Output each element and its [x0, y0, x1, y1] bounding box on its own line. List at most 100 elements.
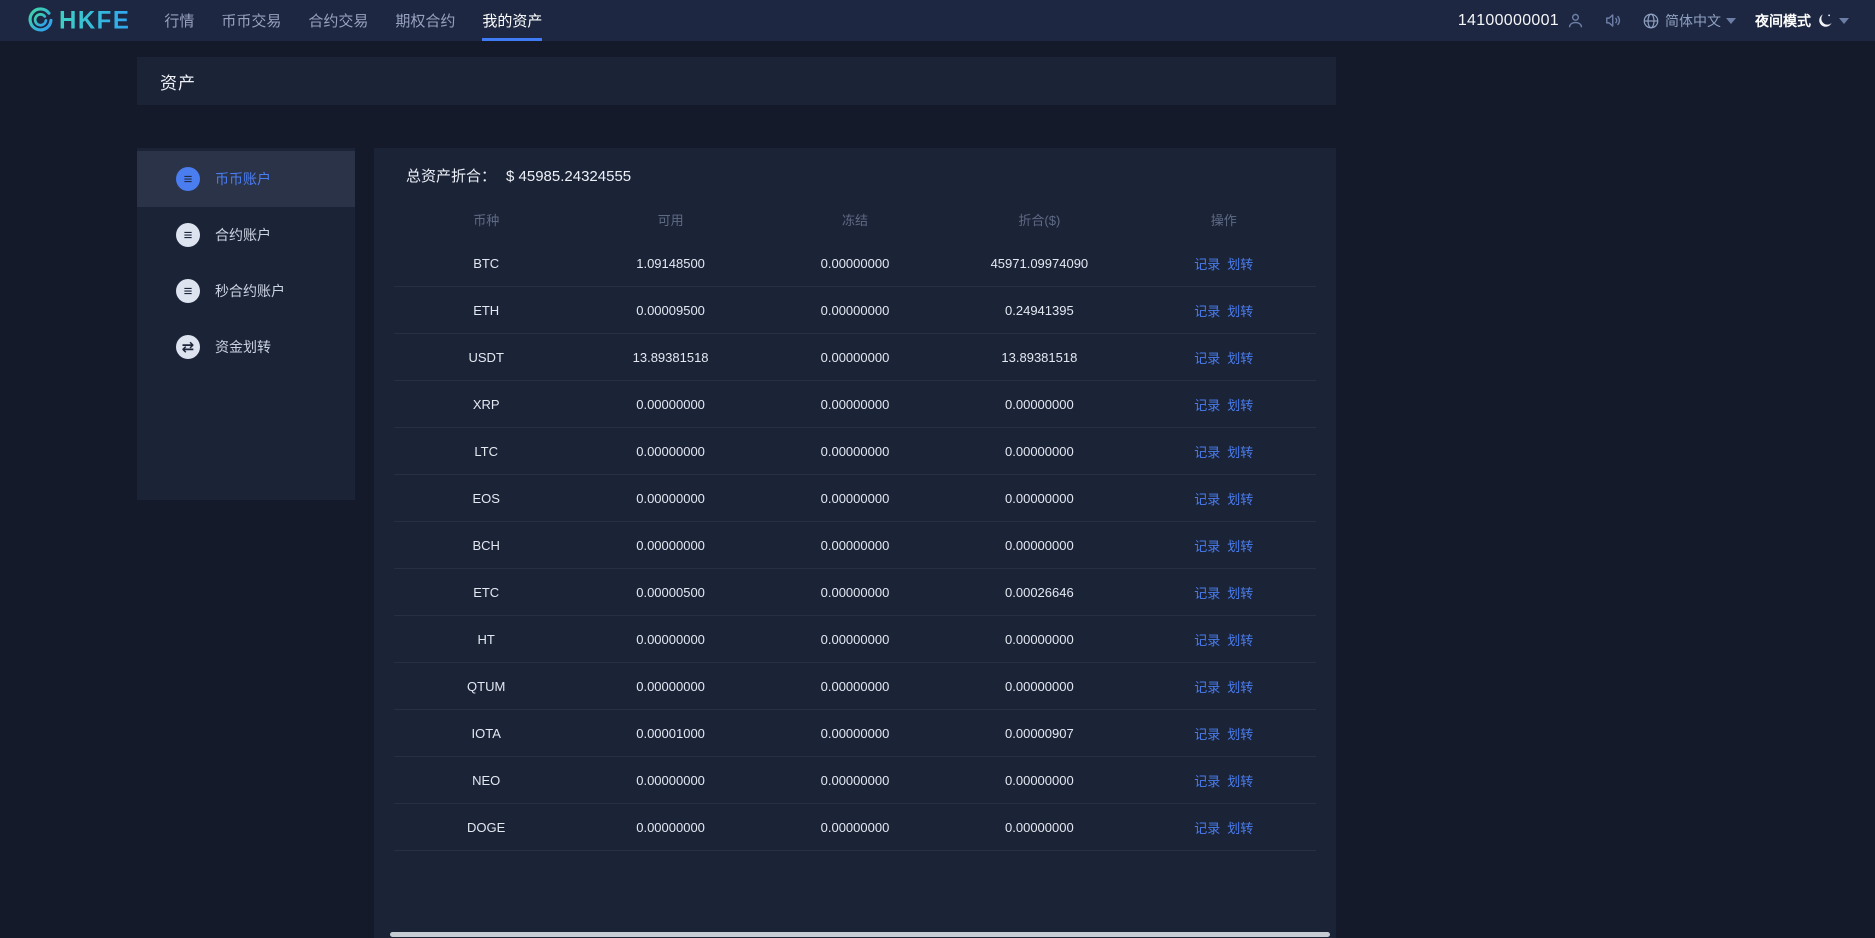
page-title: 资产 — [160, 69, 196, 94]
nav-item-spot-trade[interactable]: 币币交易 — [221, 0, 281, 41]
available-cell: 0.00009500 — [578, 303, 762, 318]
sidebar-item-second-contract-account[interactable]: ≡秒合约账户 — [137, 263, 355, 319]
transfer-link-ht[interactable]: 划转 — [1227, 633, 1253, 648]
column-header: 可用 — [578, 210, 762, 229]
converted-cell: 13.89381518 — [947, 350, 1131, 365]
record-link-neo[interactable]: 记录 — [1194, 774, 1220, 789]
frozen-cell: 0.00000000 — [763, 632, 947, 647]
announcement-button[interactable] — [1604, 11, 1623, 30]
available-cell: 0.00000500 — [578, 585, 762, 600]
table-header-row: 币种可用冻结折合($)操作 — [394, 198, 1316, 240]
table-row-xrp: XRP0.000000000.000000000.00000000记录划转 — [394, 381, 1316, 428]
table-row-etc: ETC0.000005000.000000000.00026646记录划转 — [394, 569, 1316, 616]
actions-cell: 记录划转 — [1132, 630, 1316, 649]
table-row-bch: BCH0.000000000.000000000.00000000记录划转 — [394, 522, 1316, 569]
brand-logo[interactable]: HKFE — [27, 0, 130, 41]
actions-cell: 记录划转 — [1132, 771, 1316, 790]
converted-cell: 0.00000000 — [947, 773, 1131, 788]
converted-cell: 0.00000000 — [947, 491, 1131, 506]
currency-cell: DOGE — [394, 820, 578, 835]
converted-cell: 0.00000907 — [947, 726, 1131, 741]
theme-selector[interactable]: 夜间模式 — [1755, 11, 1849, 31]
frozen-cell: 0.00000000 — [763, 585, 947, 600]
currency-cell: QTUM — [394, 679, 578, 694]
nav-item-my-assets[interactable]: 我的资产 — [482, 0, 542, 41]
moon-icon — [1816, 12, 1834, 30]
converted-cell: 0.00000000 — [947, 538, 1131, 553]
table-row-ltc: LTC0.000000000.000000000.00000000记录划转 — [394, 428, 1316, 475]
currency-cell: HT — [394, 632, 578, 647]
available-cell: 1.09148500 — [578, 256, 762, 271]
transfer-link-eth[interactable]: 划转 — [1227, 304, 1253, 319]
record-link-ltc[interactable]: 记录 — [1194, 445, 1220, 460]
currency-cell: USDT — [394, 350, 578, 365]
converted-cell: 0.00000000 — [947, 397, 1131, 412]
transfer-link-bch[interactable]: 划转 — [1227, 539, 1253, 554]
record-link-eth[interactable]: 记录 — [1194, 304, 1220, 319]
record-link-eos[interactable]: 记录 — [1194, 492, 1220, 507]
record-link-iota[interactable]: 记录 — [1194, 727, 1220, 742]
frozen-cell: 0.00000000 — [763, 397, 947, 412]
top-navbar: HKFE 行情币币交易合约交易期权合约我的资产 14100000001 — [0, 0, 1875, 41]
sidebar-item-fund-transfer[interactable]: ⇄资金划转 — [137, 319, 355, 375]
frozen-cell: 0.00000000 — [763, 773, 947, 788]
currency-cell: ETC — [394, 585, 578, 600]
page-title-bar: 资产 — [137, 57, 1336, 105]
actions-cell: 记录划转 — [1132, 536, 1316, 555]
converted-cell: 0.00000000 — [947, 632, 1131, 647]
transfer-link-neo[interactable]: 划转 — [1227, 774, 1253, 789]
transfer-link-qtum[interactable]: 划转 — [1227, 680, 1253, 695]
record-link-bch[interactable]: 记录 — [1194, 539, 1220, 554]
record-link-ht[interactable]: 记录 — [1194, 633, 1220, 648]
account-menu[interactable]: 14100000001 — [1458, 11, 1585, 30]
currency-cell: ETH — [394, 303, 578, 318]
table-row-ht: HT0.000000000.000000000.00000000记录划转 — [394, 616, 1316, 663]
horizontal-scrollbar[interactable] — [390, 932, 1330, 937]
transfer-link-eos[interactable]: 划转 — [1227, 492, 1253, 507]
language-selector[interactable]: 简体中文 — [1642, 11, 1736, 31]
record-link-btc[interactable]: 记录 — [1194, 257, 1220, 272]
nav-item-market[interactable]: 行情 — [164, 0, 194, 41]
available-cell: 0.00000000 — [578, 444, 762, 459]
currency-cell: IOTA — [394, 726, 578, 741]
actions-cell: 记录划转 — [1132, 818, 1316, 837]
record-link-usdt[interactable]: 记录 — [1194, 351, 1220, 366]
transfer-link-xrp[interactable]: 划转 — [1227, 398, 1253, 413]
transfer-link-iota[interactable]: 划转 — [1227, 727, 1253, 742]
total-assets-value: $ 45985.24324555 — [506, 168, 631, 185]
transfer-link-usdt[interactable]: 划转 — [1227, 351, 1253, 366]
converted-cell: 0.00000000 — [947, 820, 1131, 835]
table-row-btc: BTC1.091485000.0000000045971.09974090记录划… — [394, 240, 1316, 287]
available-cell: 0.00000000 — [578, 632, 762, 647]
assets-sidebar: ≡币币账户≡合约账户≡秒合约账户⇄资金划转 — [137, 148, 355, 500]
nav-item-options-contract[interactable]: 期权合约 — [395, 0, 455, 41]
transfer-link-ltc[interactable]: 划转 — [1227, 445, 1253, 460]
coin-icon: ≡ — [176, 223, 200, 247]
coin-icon: ≡ — [176, 279, 200, 303]
theme-label: 夜间模式 — [1755, 11, 1811, 31]
globe-icon — [1642, 12, 1660, 30]
available-cell: 13.89381518 — [578, 350, 762, 365]
nav-item-contract-trade[interactable]: 合约交易 — [308, 0, 368, 41]
sidebar-item-spot-account[interactable]: ≡币币账户 — [137, 151, 355, 207]
record-link-qtum[interactable]: 记录 — [1194, 680, 1220, 695]
total-assets-label: 总资产折合： — [406, 168, 496, 185]
record-link-doge[interactable]: 记录 — [1194, 821, 1220, 836]
currency-cell: NEO — [394, 773, 578, 788]
column-header: 冻结 — [763, 210, 947, 229]
actions-cell: 记录划转 — [1132, 301, 1316, 320]
user-icon — [1566, 11, 1585, 30]
actions-cell: 记录划转 — [1132, 677, 1316, 696]
assets-main-panel: 总资产折合： $ 45985.24324555 币种可用冻结折合($)操作 BTC… — [374, 148, 1336, 938]
actions-cell: 记录划转 — [1132, 348, 1316, 367]
transfer-link-doge[interactable]: 划转 — [1227, 821, 1253, 836]
currency-cell: EOS — [394, 491, 578, 506]
transfer-link-btc[interactable]: 划转 — [1227, 257, 1253, 272]
available-cell: 0.00000000 — [578, 491, 762, 506]
logo-ring-icon — [27, 7, 54, 34]
frozen-cell: 0.00000000 — [763, 491, 947, 506]
sidebar-item-contract-account[interactable]: ≡合约账户 — [137, 207, 355, 263]
transfer-link-etc[interactable]: 划转 — [1227, 586, 1253, 601]
record-link-xrp[interactable]: 记录 — [1194, 398, 1220, 413]
record-link-etc[interactable]: 记录 — [1194, 586, 1220, 601]
